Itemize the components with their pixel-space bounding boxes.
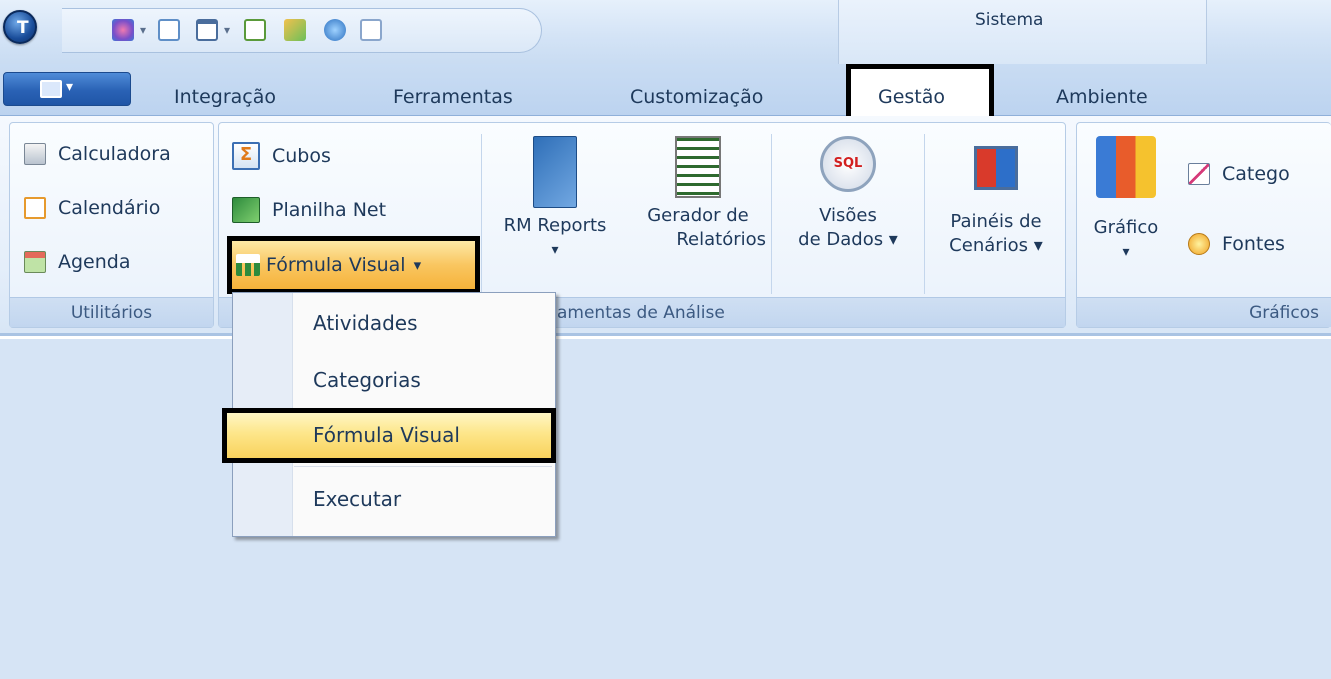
line-chart-icon — [1188, 163, 1210, 185]
copy-icon[interactable] — [360, 19, 382, 41]
visoes-dados-button[interactable]: SQL Visões de Dados ▾ — [775, 136, 921, 252]
report-icon — [533, 136, 577, 208]
menu-item-executar[interactable]: Executar — [313, 487, 401, 511]
separator — [924, 134, 925, 294]
gerador-relatorios-button[interactable]: Gerador de Relatórios — [630, 136, 766, 252]
menu-item-categorias[interactable]: Categorias — [313, 368, 421, 392]
data-source-icon — [1188, 233, 1210, 255]
separator — [771, 134, 772, 294]
spreadsheet-icon — [232, 197, 260, 223]
menu-item-formula-visual[interactable]: Fórmula Visual — [313, 423, 460, 447]
calendario-button[interactable]: Calendário — [24, 190, 160, 226]
menu-item-atividades[interactable]: Atividades — [313, 311, 418, 335]
calculadora-button[interactable]: Calculadora — [24, 136, 171, 172]
sql-magnifier-icon: SQL — [820, 136, 876, 192]
app-menu-orb[interactable]: T — [3, 10, 37, 44]
cubos-button[interactable]: Σ Cubos — [232, 138, 331, 174]
chevron-down-icon[interactable]: ▾ — [224, 23, 230, 37]
quick-access-toolbar: ▾ ▾ — [62, 8, 542, 53]
globe-icon[interactable] — [324, 19, 346, 41]
dashboard-icon — [974, 146, 1018, 190]
tab-customizacao[interactable]: Customização — [630, 86, 763, 108]
group-label: Gráficos — [1077, 297, 1331, 327]
fontes-button[interactable]: Fontes — [1188, 226, 1285, 262]
workspace — [0, 339, 1331, 679]
new-document-icon[interactable] — [158, 19, 180, 41]
modules-icon[interactable] — [112, 19, 134, 41]
chevron-down-icon[interactable]: ▾ — [140, 23, 146, 37]
export-icon[interactable] — [244, 19, 266, 41]
agenda-icon — [24, 251, 46, 273]
formula-visual-button[interactable]: Fórmula Visual ▾ — [236, 247, 421, 283]
separator — [481, 134, 482, 294]
menu-icon — [40, 80, 62, 98]
tools-icon[interactable] — [284, 19, 306, 41]
tab-gestao[interactable]: Gestão — [878, 86, 945, 108]
calculator-icon — [24, 143, 46, 165]
tab-ferramentas[interactable]: Ferramentas — [393, 86, 513, 108]
chevron-down-icon: ▾ — [413, 256, 422, 274]
tab-ambiente[interactable]: Ambiente — [1056, 86, 1148, 108]
planilha-net-button[interactable]: Planilha Net — [232, 192, 386, 228]
context-title: Sistema — [975, 10, 1044, 30]
tab-integracao[interactable]: Integração — [174, 86, 276, 108]
grafico-button[interactable]: Gráfico ▾ — [1080, 136, 1172, 264]
calendar-icon — [24, 197, 46, 219]
chart-icon — [1096, 136, 1156, 198]
chevron-down-icon: ▾ — [66, 79, 74, 95]
menu-separator — [294, 466, 552, 467]
flowchart-icon — [236, 254, 260, 276]
group-label: Utilitários — [10, 297, 213, 327]
rm-reports-button[interactable]: RM Reports ▾ — [486, 136, 624, 262]
application-menu-button[interactable]: ▾ — [3, 72, 131, 106]
categorias-grafico-button[interactable]: Catego — [1188, 156, 1290, 192]
report-generator-icon — [675, 136, 721, 198]
agenda-button[interactable]: Agenda — [24, 244, 131, 280]
window-icon[interactable] — [196, 19, 218, 41]
cube-sigma-icon: Σ — [232, 142, 260, 170]
paineis-cenarios-button[interactable]: Painéis de Cenários ▾ — [928, 136, 1064, 258]
